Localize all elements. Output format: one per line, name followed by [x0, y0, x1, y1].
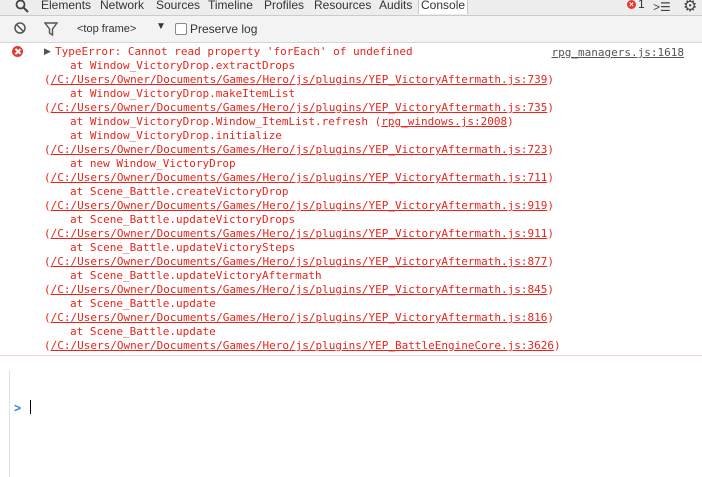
- stack-frame-link[interactable]: /C:/Users/Owner/Documents/Games/Hero/js/…: [51, 227, 548, 240]
- tab-elements[interactable]: Elements: [41, 0, 91, 13]
- stack-frame-link[interactable]: /C:/Users/Owner/Documents/Games/Hero/js/…: [51, 73, 548, 86]
- stack-frame-link[interactable]: /C:/Users/Owner/Documents/Games/Hero/js/…: [51, 283, 548, 296]
- stack-frame-function: at Scene_Battle.createVictoryDrop: [70, 185, 289, 198]
- stack-frame-link[interactable]: rpg_windows.js:2008: [381, 115, 507, 128]
- stack-frame-location: (/C:/Users/Owner/Documents/Games/Hero/js…: [44, 255, 554, 268]
- stack-frame-location: (/C:/Users/Owner/Documents/Games/Hero/js…: [44, 283, 554, 296]
- error-badge-icon[interactable]: ×: [627, 0, 636, 9]
- stack-frame-link[interactable]: /C:/Users/Owner/Documents/Games/Hero/js/…: [51, 311, 548, 324]
- stack-frame-function: at Window_VictoryDrop.Window_ItemList.re…: [70, 115, 514, 128]
- execution-context-icon[interactable]: >☰: [653, 0, 671, 14]
- preserve-log-label[interactable]: Preserve log: [190, 22, 257, 36]
- stack-frame-location: (/C:/Users/Owner/Documents/Games/Hero/js…: [44, 171, 554, 184]
- console-messages: ▶ TypeError: Cannot read property 'forEa…: [0, 43, 702, 415]
- stack-frame-function: at Window_VictoryDrop.initialize: [70, 129, 282, 142]
- stack-frame-location: (/C:/Users/Owner/Documents/Games/Hero/js…: [44, 199, 554, 212]
- stack-frame-location: (/C:/Users/Owner/Documents/Games/Hero/js…: [44, 143, 554, 156]
- stack-frame-location: (/C:/Users/Owner/Documents/Games/Hero/js…: [44, 101, 554, 114]
- stack-frame-function: at Scene_Battle.updateVictoryDrops: [70, 213, 296, 226]
- tab-audits[interactable]: Audits: [379, 0, 412, 13]
- stack-frame-location: (/C:/Users/Owner/Documents/Games/Hero/js…: [44, 311, 554, 324]
- stack-frame-function: at Window_VictoryDrop.extractDrops: [70, 59, 296, 72]
- stack-frame-function: at Scene_Battle.update: [70, 325, 216, 338]
- prompt-caret-icon: >: [14, 401, 22, 415]
- stack-frame-location: (/C:/Users/Owner/Documents/Games/Hero/js…: [44, 227, 554, 240]
- stack-frame-link[interactable]: /C:/Users/Owner/Documents/Games/Hero/js/…: [51, 199, 548, 212]
- tab-resources[interactable]: Resources: [314, 0, 371, 13]
- error-source-link[interactable]: rpg_managers.js:1618: [552, 46, 684, 59]
- stack-frame-location: (/C:/Users/Owner/Documents/Games/Hero/js…: [44, 339, 561, 352]
- stack-frame-link[interactable]: /C:/Users/Owner/Documents/Games/Hero/js/…: [51, 101, 548, 114]
- console-prompt[interactable]: >: [0, 398, 702, 418]
- clear-console-icon[interactable]: [14, 22, 26, 34]
- error-icon: [12, 46, 23, 57]
- text-cursor: [30, 400, 31, 414]
- expand-triangle-icon[interactable]: ▶: [44, 46, 51, 57]
- filter-icon[interactable]: [44, 22, 58, 36]
- tab-console[interactable]: Console: [418, 0, 469, 14]
- error-message: ▶ TypeError: Cannot read property 'forEa…: [0, 43, 702, 356]
- tab-sources[interactable]: Sources: [156, 0, 200, 13]
- stack-frame-link[interactable]: /C:/Users/Owner/Documents/Games/Hero/js/…: [51, 339, 554, 352]
- console-toolbar: <top frame> ▼ Preserve log: [0, 16, 702, 43]
- tab-timeline[interactable]: Timeline: [208, 0, 253, 13]
- divider: [9, 370, 10, 477]
- error-count[interactable]: 1: [638, 0, 645, 11]
- tab-profiles[interactable]: Profiles: [264, 0, 304, 13]
- stack-frame-function: at Window_VictoryDrop.makeItemList: [70, 87, 296, 100]
- stack-frame-function: at Scene_Battle.updateVictorySteps: [70, 241, 296, 254]
- stack-frame-function: at new Window_VictoryDrop: [70, 157, 236, 170]
- tab-network[interactable]: Network: [100, 0, 144, 13]
- gear-icon[interactable]: ⚙: [683, 0, 697, 16]
- error-text: TypeError: Cannot read property 'forEach…: [55, 45, 413, 58]
- stack-frame-function: at Scene_Battle.updateVictoryAftermath: [70, 269, 322, 282]
- preserve-log-checkbox[interactable]: [175, 23, 187, 35]
- stack-frame-location: (/C:/Users/Owner/Documents/Games/Hero/js…: [44, 73, 554, 86]
- stack-frame-link[interactable]: /C:/Users/Owner/Documents/Games/Hero/js/…: [51, 255, 548, 268]
- stack-frame-function: at Scene_Battle.update: [70, 297, 216, 310]
- frame-selector[interactable]: <top frame>: [77, 22, 136, 36]
- chevron-down-icon[interactable]: ▼: [156, 21, 166, 32]
- search-icon[interactable]: [15, 0, 29, 13]
- devtools-tab-bar: Elements Network Sources Timeline Profil…: [0, 0, 702, 16]
- stack-frame-link[interactable]: /C:/Users/Owner/Documents/Games/Hero/js/…: [51, 171, 548, 184]
- stack-frame-link[interactable]: /C:/Users/Owner/Documents/Games/Hero/js/…: [51, 143, 548, 156]
